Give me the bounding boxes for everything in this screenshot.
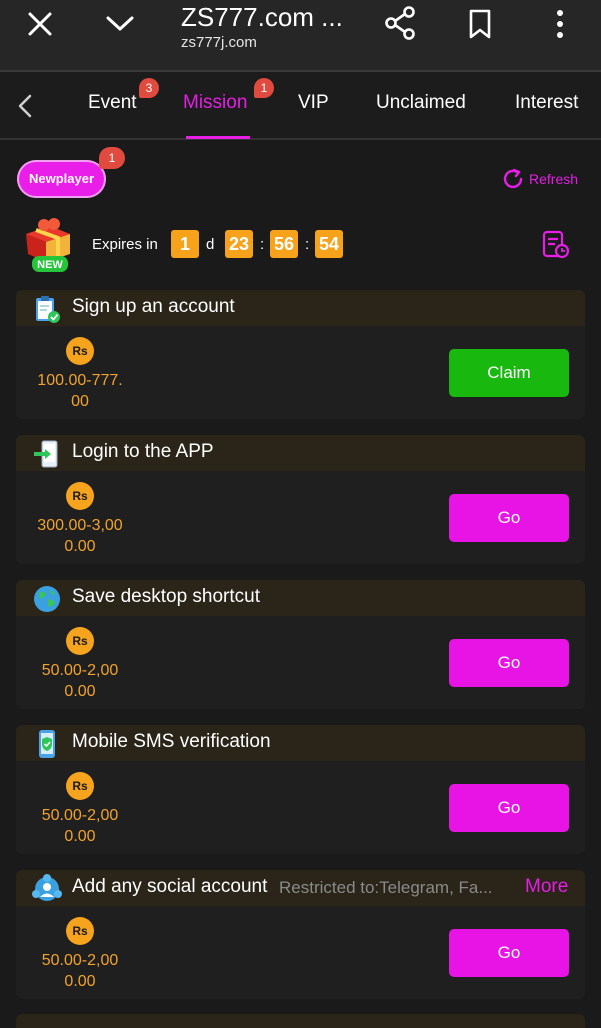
tab-mission[interactable]: Mission	[183, 92, 247, 114]
tab-unclaimed[interactable]: Unclaimed	[376, 92, 466, 114]
mission-title: Mobile SMS verification	[72, 731, 271, 752]
chevron-down-icon[interactable]	[102, 10, 138, 38]
countdown-seconds: 54	[315, 230, 343, 258]
go-button[interactable]: Go	[449, 639, 569, 687]
countdown-separator: :	[305, 236, 310, 253]
history-record-icon[interactable]	[541, 230, 571, 265]
go-button[interactable]: Go	[449, 784, 569, 832]
tab-bar: Event 3 Mission 1 VIP Unclaimed Interest	[0, 72, 601, 140]
more-link[interactable]: More	[525, 876, 568, 898]
mission-reward: 100.00-777. 00	[37, 372, 123, 410]
mission-header: Add any social account Restricted to:Tel…	[16, 870, 585, 906]
rupee-coin-icon: Rs	[66, 337, 94, 365]
social-network-icon	[32, 874, 62, 904]
share-icon[interactable]	[382, 4, 418, 42]
refresh-button[interactable]: Refresh	[501, 167, 578, 191]
gift-box-icon: NEW	[20, 216, 84, 274]
tab-mission-badge: 1	[254, 78, 274, 98]
mission-title: Sign up an account	[72, 296, 235, 317]
clipboard-check-icon	[32, 294, 62, 324]
countdown-separator: :	[260, 236, 265, 253]
mission-card: Mobile SMS verification Rs 50.00-2,00 0.0…	[16, 725, 585, 854]
page-title: ZS777.com ...	[181, 2, 343, 32]
mission-header: Mobile SMS verification	[16, 725, 585, 761]
newplayer-badge: 1	[99, 147, 125, 169]
phone-shield-icon	[32, 729, 62, 759]
mission-title: Save desktop shortcut	[72, 586, 260, 607]
expires-label: Expires in	[92, 236, 158, 253]
mission-reward: 50.00-2,00 0.00	[41, 807, 119, 845]
rupee-coin-icon: Rs	[66, 772, 94, 800]
mission-reward: 50.00-2,00 0.00	[41, 952, 119, 990]
new-label: NEW	[37, 259, 63, 271]
go-button[interactable]: Go	[449, 494, 569, 542]
bookmark-icon[interactable]	[464, 6, 496, 42]
mission-reward: 50.00-2,00 0.00	[41, 662, 119, 700]
rupee-coin-icon: Rs	[66, 482, 94, 510]
mission-header: Sign up an account	[16, 290, 585, 326]
close-icon[interactable]	[24, 10, 56, 38]
mission-card: Login to the APP Rs 300.00-3,00 0.00 Go	[16, 435, 585, 564]
tab-interest[interactable]: Interest	[515, 92, 578, 114]
page-url: zs777j.com	[181, 34, 257, 51]
countdown-days: 1	[171, 230, 199, 258]
go-button[interactable]: Go	[449, 929, 569, 977]
next-mission-card	[16, 1014, 585, 1028]
mission-card: Sign up an account Rs 100.00-777. 00 Clai…	[16, 290, 585, 419]
countdown-minutes: 56	[270, 230, 298, 258]
mission-header: Save desktop shortcut	[16, 580, 585, 616]
rupee-coin-icon: Rs	[66, 917, 94, 945]
globe-icon	[32, 584, 62, 614]
mission-header: Login to the APP	[16, 435, 585, 471]
tab-event-badge: 3	[139, 78, 159, 98]
newplayer-button[interactable]: Newplayer	[17, 160, 106, 198]
refresh-label: Refresh	[529, 171, 579, 187]
claim-button[interactable]: Claim	[449, 349, 569, 397]
tab-vip[interactable]: VIP	[298, 92, 329, 114]
active-tab-indicator	[186, 136, 250, 139]
rupee-coin-icon: Rs	[66, 627, 94, 655]
back-arrow-icon[interactable]	[16, 94, 34, 123]
mission-reward: 300.00-3,00 0.00	[37, 517, 123, 555]
refresh-icon	[503, 168, 523, 189]
browser-toolbar: ZS777.com ... zs777j.com	[0, 0, 601, 72]
mission-title: Login to the APP	[72, 441, 214, 462]
mission-card: Save desktop shortcut Rs 50.00-2,00 0.00 …	[16, 580, 585, 709]
more-vert-icon[interactable]	[548, 6, 572, 42]
mission-restriction: Restricted to:Telegram, Fa...	[279, 878, 493, 897]
countdown-hours: 23	[225, 230, 253, 258]
phone-login-icon	[32, 439, 62, 469]
mission-card: Add any social account Restricted to:Tel…	[16, 870, 585, 999]
mission-title: Add any social account	[72, 876, 268, 897]
countdown-day-unit: d	[206, 236, 215, 253]
tab-event[interactable]: Event	[88, 92, 137, 114]
